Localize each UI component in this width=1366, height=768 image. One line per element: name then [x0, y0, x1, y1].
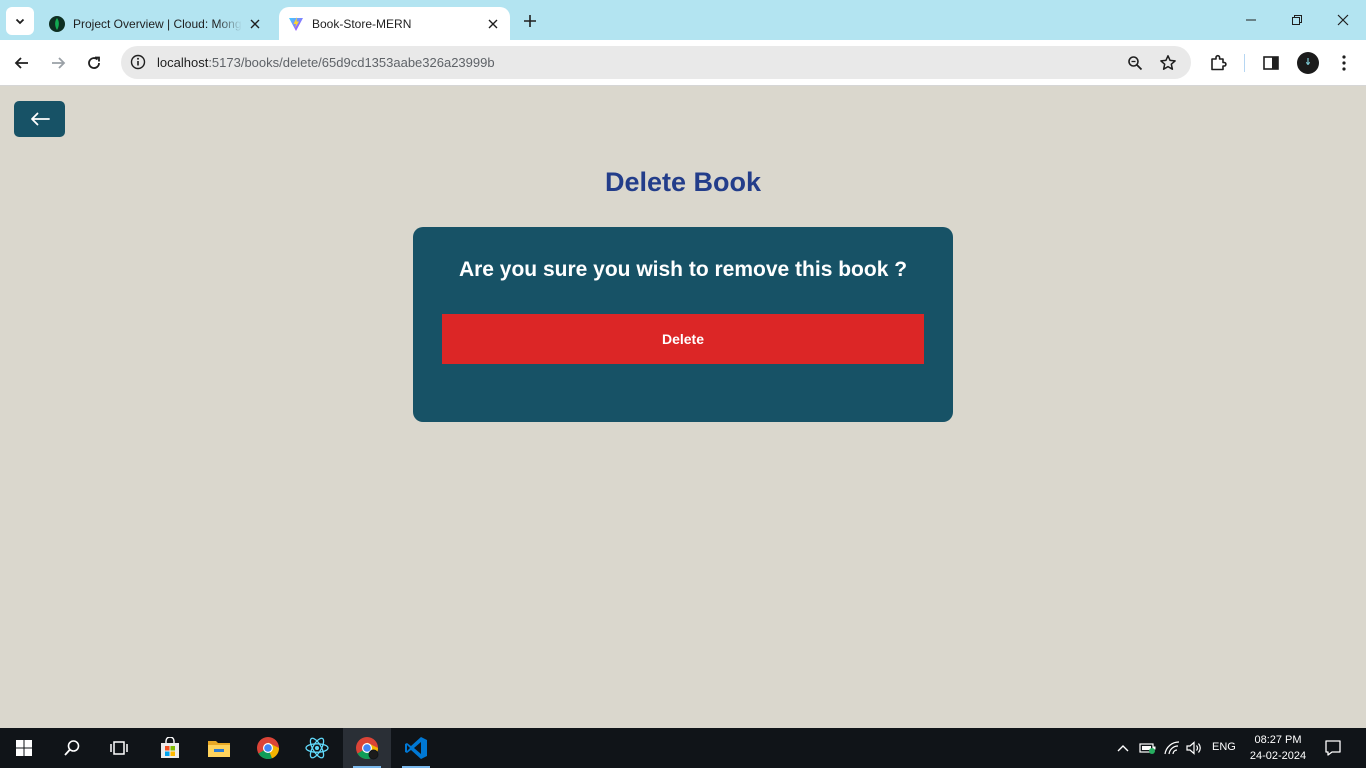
taskbar-chrome-active[interactable]	[343, 728, 391, 768]
reload-button[interactable]	[80, 49, 108, 77]
taskbar-clock[interactable]: 08:27 PM 24-02-2024	[1244, 732, 1312, 764]
taskbar-file-explorer[interactable]	[195, 728, 243, 768]
clock-time: 08:27 PM	[1254, 734, 1302, 746]
reload-icon	[88, 56, 100, 69]
task-view-icon	[110, 741, 128, 755]
chevron-down-icon	[15, 18, 25, 25]
puzzle-icon	[1211, 54, 1227, 71]
delete-button[interactable]: Delete	[442, 314, 924, 364]
react-icon	[305, 737, 329, 759]
chrome-icon	[257, 737, 280, 760]
browser-menu-button[interactable]	[1331, 50, 1357, 76]
side-panel-icon	[1263, 56, 1279, 70]
microsoft-store-icon	[161, 737, 179, 758]
start-button[interactable]	[0, 728, 48, 768]
back-button[interactable]	[14, 101, 65, 137]
taskbar-chrome[interactable]	[244, 728, 292, 768]
mongodb-leaf-icon	[49, 15, 65, 32]
tray-overflow-button[interactable]	[1113, 738, 1133, 758]
url-host: localhost	[157, 55, 209, 70]
battery-icon[interactable]	[1138, 738, 1158, 758]
kebab-menu-icon	[1342, 55, 1346, 71]
taskbar-microsoft-store[interactable]	[146, 728, 194, 768]
tab-title: Project Overview | Cloud: MongoDB Cloud	[73, 16, 242, 31]
restore-button[interactable]	[1274, 0, 1320, 40]
page-title: Delete Book	[604, 167, 762, 197]
notification-icon	[1325, 740, 1341, 756]
close-tab-icon[interactable]	[484, 15, 502, 33]
bookmark-star-icon[interactable]	[1157, 52, 1179, 74]
tab-title: Book-Store-MERN	[312, 16, 412, 31]
back-nav-button[interactable]	[8, 49, 36, 77]
taskbar-react-devtools[interactable]	[293, 728, 341, 768]
plus-icon	[524, 15, 536, 27]
minimize-icon	[1246, 19, 1256, 21]
file-explorer-icon	[208, 741, 230, 757]
delete-confirm-card: Are you sure you wish to remove this boo…	[413, 227, 953, 422]
confirm-question: Are you sure you wish to remove this boo…	[458, 258, 908, 281]
language-indicator[interactable]: ENG	[1212, 741, 1236, 753]
taskbar-search-button[interactable]	[48, 728, 96, 768]
wifi-icon[interactable]	[1162, 738, 1182, 758]
extensions-button[interactable]	[1205, 50, 1231, 76]
new-tab-button[interactable]	[518, 9, 542, 33]
windows-start-icon	[16, 740, 32, 756]
profile-avatar[interactable]	[1297, 52, 1319, 74]
zoom-icon[interactable]	[1124, 52, 1146, 74]
arrow-right-icon	[52, 57, 66, 69]
vscode-icon	[405, 737, 427, 759]
close-window-button[interactable]	[1320, 0, 1366, 40]
restore-icon	[1292, 15, 1302, 25]
tab-mongodb[interactable]: Project Overview | Cloud: MongoDB Cloud	[40, 7, 272, 40]
profile-icon	[1306, 58, 1310, 65]
task-view-button[interactable]	[96, 728, 144, 768]
clock-date: 24-02-2024	[1249, 750, 1307, 762]
browser-tabstrip: Project Overview | Cloud: MongoDB Cloud …	[0, 0, 1366, 40]
vite-logo-icon	[288, 16, 304, 32]
address-bar[interactable]: localhost:5173/books/delete/65d9cd1353aa…	[121, 46, 1191, 79]
browser-toolbar: localhost:5173/books/delete/65d9cd1353aa…	[0, 40, 1366, 86]
tab-book-store[interactable]: Book-Store-MERN	[279, 7, 510, 40]
notifications-button[interactable]	[1322, 737, 1344, 759]
tab-search-button[interactable]	[6, 7, 34, 35]
close-tab-icon[interactable]	[246, 15, 264, 33]
chrome-active-icon	[356, 737, 379, 760]
taskbar-vscode[interactable]	[392, 728, 440, 768]
volume-icon[interactable]	[1185, 738, 1205, 758]
windows-taskbar: ENG 08:27 PM 24-02-2024	[0, 728, 1366, 768]
url-path: :5173/books/delete/65d9cd1353aabe326a239…	[208, 55, 495, 70]
close-icon	[1337, 14, 1349, 26]
toolbar-separator	[1244, 54, 1245, 72]
site-info-icon[interactable]	[127, 51, 149, 73]
arrow-left-icon	[30, 112, 50, 126]
search-icon	[64, 740, 80, 756]
side-panel-button[interactable]	[1258, 50, 1284, 76]
minimize-button[interactable]	[1228, 0, 1274, 40]
chevron-up-icon	[1117, 745, 1129, 752]
url-text: localhost:5173/books/delete/65d9cd1353aa…	[157, 55, 495, 70]
arrow-left-icon	[14, 57, 28, 69]
forward-nav-button[interactable]	[44, 49, 72, 77]
